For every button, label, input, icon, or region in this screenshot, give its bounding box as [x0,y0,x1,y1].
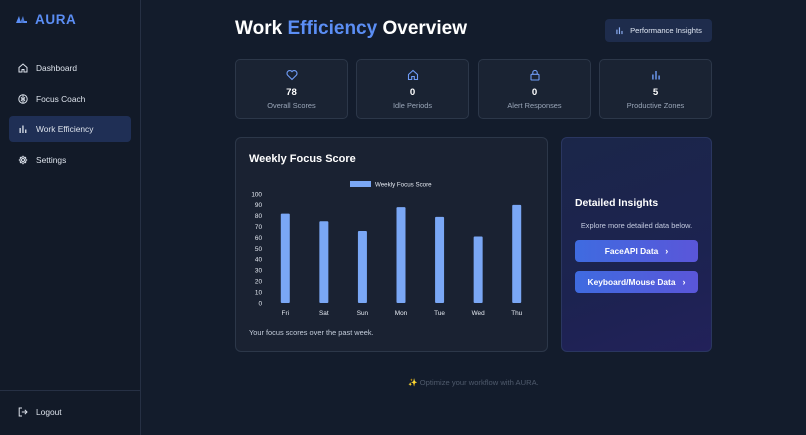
sidebar-item-work-efficiency[interactable]: Work Efficiency [9,116,131,143]
x-tick-label: Sun [357,310,369,317]
lock-icon [529,69,540,81]
stat-value: 0 [409,87,416,98]
performance-insights-label: Performance Insights [630,26,702,35]
sidebar-item-label: Settings [36,155,67,166]
logout-icon [18,407,28,417]
faceapi-data-button[interactable]: FaceAPI Data › [575,240,698,262]
chevron-right-icon: › [682,277,686,287]
stat-card-idle-periods: 0 Idle Periods [356,59,469,119]
y-tick-label: 0 [258,300,262,307]
bar-mon [396,207,406,303]
sidebar-item-label: Dashboard [36,63,77,73]
sidebar-item-settings[interactable]: Settings [9,147,131,173]
legend-label: Weekly Focus Score [375,181,432,188]
stat-card-alert-responses: 0 Alert Responses [478,59,591,119]
sidebar-footer: Logout [0,390,140,435]
bar-tue [435,216,445,303]
bar-chart-icon [616,27,623,35]
footer-note: ✨ Optimize your workflow with AURA. [408,378,539,387]
sidebar: AURA Dashboard Focus Coach Work Efficien… [0,0,141,435]
stat-label: Idle Periods [392,101,433,110]
y-tick-label: 20 [255,279,263,286]
sidebar-item-label: Work Efficiency [36,124,94,135]
faceapi-data-label: FaceAPI Data [604,246,659,256]
stat-value: 5 [652,87,659,98]
x-tick-label: Tue [434,310,445,317]
brand[interactable]: AURA [16,12,76,27]
weekly-focus-chart: 0 10 20 30 40 50 60 70 80 90 100 Weekly Focus Score… [251,181,523,317]
stat-value: 78 [286,87,297,98]
y-tick-label: 90 [255,202,263,209]
home-icon [407,69,418,81]
bar-sun [357,231,367,303]
stat-label: Alert Responses [507,101,562,110]
performance-insights-button[interactable]: Performance Insights [605,19,712,42]
detailed-insights-title: Detailed Insights [575,198,659,209]
y-tick-label: 70 [255,224,263,231]
keyboard-mouse-data-label: Keyboard/Mouse Data [587,277,676,287]
y-tick-label: 100 [251,191,262,198]
home-icon [18,63,28,73]
bar-fri [280,213,290,303]
stat-card-overall-scores: 78 Overall Scores [235,59,348,119]
page-title-part1: Work [235,18,288,39]
legend-swatch [350,181,371,187]
logout-label: Logout [36,407,62,417]
keyboard-mouse-data-button[interactable]: Keyboard/Mouse Data › [575,271,698,293]
heart-icon [286,70,297,81]
page-title-part2: Overview [377,18,467,39]
page-title-accent: Efficiency [287,18,378,39]
bar-chart-icon [651,71,660,80]
stat-label: Overall Scores [267,101,316,110]
bar-thu [512,204,522,303]
stat-value: 0 [531,87,538,98]
x-tick-label: Sat [319,310,329,317]
y-tick-label: 60 [255,235,263,242]
stat-label: Productive Zones [626,101,685,110]
y-tick-label: 80 [255,213,263,220]
x-tick-label: Mon [395,310,408,317]
detailed-insights-subtitle: Explore more detailed data below. [580,221,693,230]
sidebar-item-dashboard[interactable]: Dashboard [9,55,131,81]
y-tick-label: 10 [255,289,263,296]
y-tick-label: 40 [255,257,263,264]
x-tick-label: Thu [511,310,522,317]
brand-name: AURA [35,12,77,27]
detailed-insights-card: Detailed Insights Explore more detailed … [561,137,712,352]
y-tick-label: 30 [255,268,263,275]
page-title: Work Efficiency Overview [235,18,467,40]
bar-chart-icon [19,125,27,134]
chevron-right-icon: › [665,246,669,256]
gear-icon [18,155,28,165]
x-tick-label: Fri [282,310,289,317]
logo-icon [16,16,27,23]
bar-sat [319,221,329,303]
stat-card-productive-zones: 5 Productive Zones [599,59,712,119]
logout-button[interactable]: Logout [18,407,62,417]
y-tick-label: 50 [255,246,263,253]
bar-wed [473,236,483,303]
chart-caption: Your focus scores over the past week. [249,328,374,337]
sidebar-item-label: Focus Coach [36,93,86,104]
sidebar-nav: Dashboard Focus Coach Work Efficiency Se… [9,55,131,178]
x-tick-label: Wed [472,310,485,317]
sidebar-item-focus-coach[interactable]: Focus Coach [9,86,131,112]
weekly-focus-card: Weekly Focus Score 0 10 20 30 40 50 60 70 80 90 10… [235,137,548,352]
compass-icon [18,93,28,104]
